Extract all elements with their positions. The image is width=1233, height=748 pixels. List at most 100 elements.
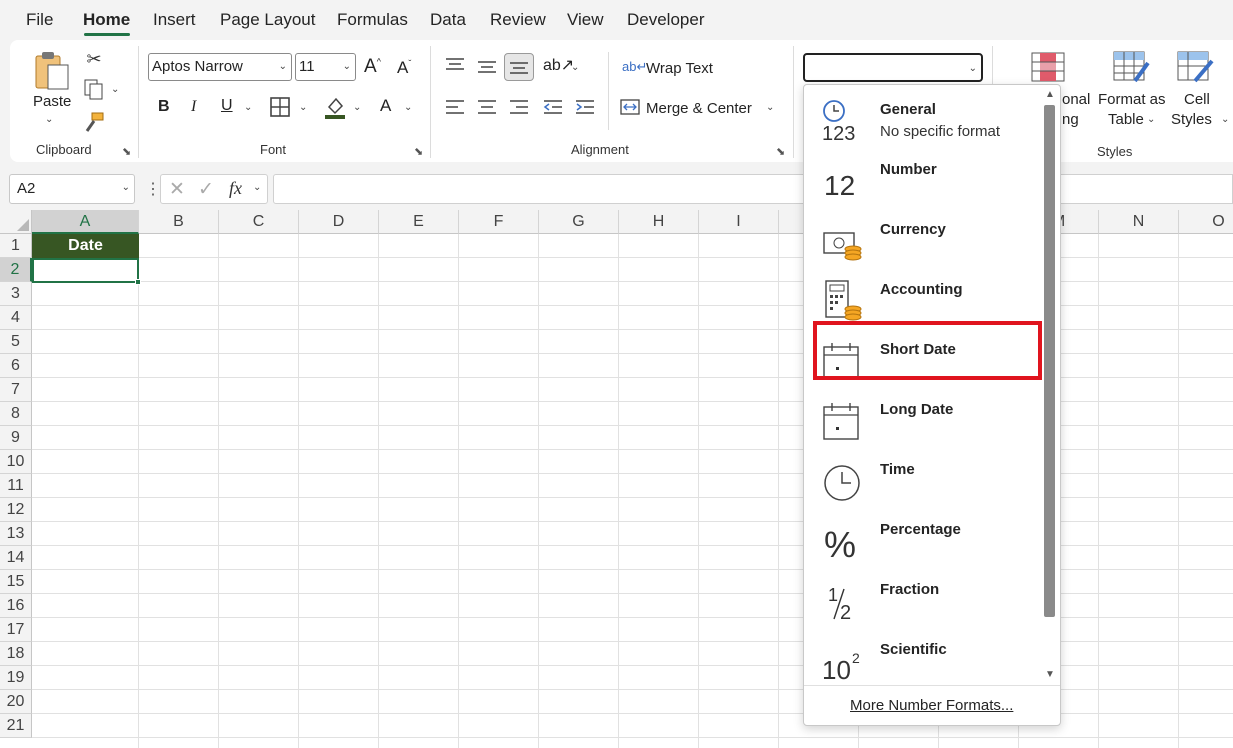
font-launcher-icon[interactable]: ⬊ xyxy=(414,145,423,158)
column-header-f[interactable]: F xyxy=(459,210,539,234)
dropdown-scrollbar[interactable]: ▲ ▼ xyxy=(1042,89,1058,685)
row-header-14[interactable]: 14 xyxy=(0,546,32,570)
underline-icon[interactable]: U xyxy=(221,97,233,115)
row-header-2[interactable]: 2 xyxy=(0,258,32,282)
copy-chevron-icon[interactable]: ⌄ xyxy=(111,84,119,95)
orientation-chevron-icon[interactable]: ⌄ xyxy=(571,62,579,73)
increase-font-size-icon[interactable]: A^ xyxy=(364,56,381,78)
column-header-c[interactable]: C xyxy=(219,210,299,234)
row-header-17[interactable]: 17 xyxy=(0,618,32,642)
scroll-down-icon[interactable]: ▼ xyxy=(1045,669,1055,680)
fill-color-chevron-icon[interactable]: ⌄ xyxy=(353,102,361,113)
row-header-5[interactable]: 5 xyxy=(0,330,32,354)
italic-icon[interactable]: I xyxy=(191,98,196,116)
tab-page-layout[interactable]: Page Layout xyxy=(220,10,315,30)
select-all-corner[interactable] xyxy=(0,210,32,234)
number-format-chevron-icon[interactable]: ⌄ xyxy=(969,56,977,82)
name-box-chevron-icon[interactable]: ⌄ xyxy=(122,175,130,201)
row-header-16[interactable]: 16 xyxy=(0,594,32,618)
row-header-8[interactable]: 8 xyxy=(0,402,32,426)
row-header-20[interactable]: 20 xyxy=(0,690,32,714)
format-option-percentage[interactable]: % Percentage xyxy=(812,509,1038,569)
row-header-7[interactable]: 7 xyxy=(0,378,32,402)
format-as-table-label-1[interactable]: Format as xyxy=(1098,91,1166,108)
column-header-g[interactable]: G xyxy=(539,210,619,234)
format-as-table-label-2[interactable]: Table xyxy=(1108,111,1144,128)
tab-review[interactable]: Review xyxy=(490,10,546,30)
font-color-icon[interactable]: A xyxy=(380,96,391,116)
borders-icon[interactable] xyxy=(269,96,291,118)
paste-icon[interactable] xyxy=(32,50,72,92)
insert-function-icon[interactable]: fx xyxy=(229,178,242,199)
row-header-4[interactable]: 4 xyxy=(0,306,32,330)
format-option-currency[interactable]: Currency xyxy=(812,209,1038,269)
cut-icon[interactable]: ✂ xyxy=(84,48,104,70)
align-right-icon[interactable] xyxy=(508,98,530,116)
paste-chevron-icon[interactable]: ⌄ xyxy=(45,114,53,125)
conditional-formatting-icon[interactable] xyxy=(1030,52,1066,82)
format-as-table-chevron-icon[interactable]: ⌄ xyxy=(1147,114,1155,125)
name-box[interactable]: A2 ⌄ xyxy=(9,174,135,204)
column-header-o[interactable]: O xyxy=(1179,210,1233,234)
copy-icon[interactable] xyxy=(82,78,106,102)
font-name-chevron-icon[interactable]: ⌄ xyxy=(279,54,287,80)
column-header-n[interactable]: N xyxy=(1099,210,1179,234)
column-header-i[interactable]: I xyxy=(699,210,779,234)
column-header-a[interactable]: A xyxy=(32,210,139,234)
format-option-number[interactable]: 12 Number xyxy=(812,149,1038,209)
font-size-chevron-icon[interactable]: ⌄ xyxy=(343,54,351,80)
align-left-icon[interactable] xyxy=(444,98,466,116)
format-option-accounting[interactable]: Accounting xyxy=(812,269,1038,329)
paste-label[interactable]: Paste xyxy=(33,93,71,110)
tab-developer[interactable]: Developer xyxy=(627,10,705,30)
row-header-1[interactable]: 1 xyxy=(0,234,32,258)
row-header-11[interactable]: 11 xyxy=(0,474,32,498)
decrease-indent-icon[interactable] xyxy=(542,98,564,116)
decrease-font-size-icon[interactable]: Aˇ xyxy=(397,58,411,78)
more-number-formats-link[interactable]: More Number Formats... xyxy=(850,697,1013,714)
merge-center-button[interactable]: Merge & Center xyxy=(646,100,752,117)
row-header-10[interactable]: 10 xyxy=(0,450,32,474)
tab-file[interactable]: File xyxy=(26,10,53,30)
tab-home[interactable]: Home xyxy=(83,10,130,30)
fill-handle[interactable] xyxy=(135,279,141,285)
tab-formulas[interactable]: Formulas xyxy=(337,10,408,30)
format-as-table-icon[interactable] xyxy=(1112,50,1152,86)
column-header-d[interactable]: D xyxy=(299,210,379,234)
clipboard-launcher-icon[interactable]: ⬊ xyxy=(122,145,131,158)
active-cell-a2[interactable] xyxy=(32,258,139,283)
row-header-3[interactable]: 3 xyxy=(0,282,32,306)
bottom-align-icon[interactable] xyxy=(504,53,534,81)
wrap-text-icon[interactable]: ab↵ xyxy=(622,59,647,75)
borders-chevron-icon[interactable]: ⌄ xyxy=(299,102,307,113)
wrap-text-button[interactable]: Wrap Text xyxy=(646,60,713,77)
format-option-fraction[interactable]: 12 Fraction xyxy=(812,569,1038,629)
middle-align-icon[interactable] xyxy=(476,58,498,76)
fill-color-icon[interactable] xyxy=(324,94,346,120)
conditional-formatting-label-1[interactable]: onal xyxy=(1062,91,1090,108)
font-color-chevron-icon[interactable]: ⌄ xyxy=(404,102,412,113)
number-format-combo[interactable]: ⌄ xyxy=(803,53,983,82)
column-header-h[interactable]: H xyxy=(619,210,699,234)
conditional-formatting-label-2[interactable]: ng xyxy=(1062,111,1079,128)
more-options-icon[interactable]: ⋮ xyxy=(145,179,161,199)
tab-data[interactable]: Data xyxy=(430,10,466,30)
merge-center-chevron-icon[interactable]: ⌄ xyxy=(766,102,774,113)
format-option-time[interactable]: Time xyxy=(812,449,1038,509)
row-header-21[interactable]: 21 xyxy=(0,714,32,738)
merge-center-icon[interactable] xyxy=(620,98,640,116)
top-align-icon[interactable] xyxy=(444,56,466,74)
row-header-12[interactable]: 12 xyxy=(0,498,32,522)
scrollbar-thumb[interactable] xyxy=(1044,105,1055,617)
function-chevron-icon[interactable]: ⌄ xyxy=(253,182,261,193)
cell-a1[interactable]: Date xyxy=(32,234,139,258)
row-header-19[interactable]: 19 xyxy=(0,666,32,690)
tab-insert[interactable]: Insert xyxy=(153,10,196,30)
font-size-combo[interactable]: 11 ⌄ xyxy=(295,53,356,81)
format-option-long-date[interactable]: Long Date xyxy=(812,389,1038,449)
formula-input[interactable] xyxy=(273,174,1233,204)
row-header-15[interactable]: 15 xyxy=(0,570,32,594)
cell-styles-label-2[interactable]: Styles xyxy=(1171,111,1212,128)
format-option-general[interactable]: 123 General No specific format xyxy=(812,89,1038,149)
bold-icon[interactable]: B xyxy=(158,98,170,116)
